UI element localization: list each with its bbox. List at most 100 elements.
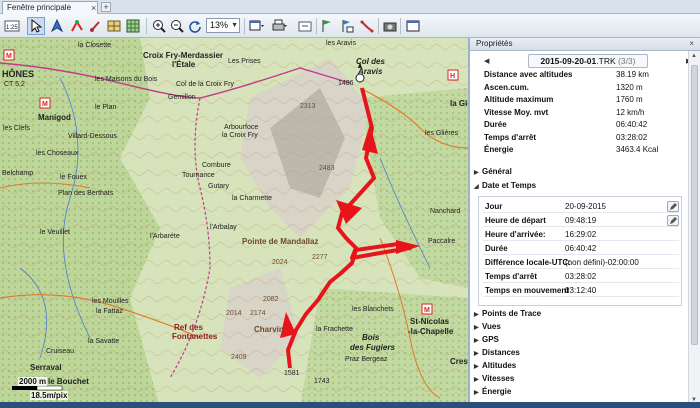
map-place-label: 2409 xyxy=(231,354,247,361)
close-icon[interactable]: × xyxy=(689,38,694,50)
map-place-label: la Charmette xyxy=(232,195,273,202)
map-place-label: l'Arbaréte xyxy=(150,233,180,240)
map-place-label: les Blanchets xyxy=(352,306,394,313)
section-speeds[interactable]: ▶ Vitesses xyxy=(474,373,514,386)
stat-row: Altitude maximum 1760 m xyxy=(476,94,690,107)
zoom-in-icon[interactable] xyxy=(150,17,168,35)
stat-label: Distance avec altitudes xyxy=(484,70,573,79)
map-place-label: Combure xyxy=(202,162,231,169)
stat-value: 12 km/h xyxy=(616,107,645,117)
map-place-label: Paccalre xyxy=(428,238,456,245)
map-place-label: Aravis xyxy=(358,67,383,76)
stat-row: Énergie 3463.4 Kcal xyxy=(476,144,690,157)
properties-panel-header: Propriétés × xyxy=(470,38,700,51)
date-time-table: Jour 20-09-2015 Heure de départ 09:48:19… xyxy=(478,196,682,306)
tab-bar: Fenêtre principale × + xyxy=(0,0,700,14)
add-tab-button[interactable]: + xyxy=(101,2,111,12)
section-gps[interactable]: ▶ GPS xyxy=(474,334,499,347)
print-icon[interactable] xyxy=(270,17,288,35)
date-row-value: 09:48:19 xyxy=(565,216,597,225)
section-distances[interactable]: ▶ Distances xyxy=(474,347,520,360)
stat-value: 1320 m xyxy=(616,82,643,92)
track-file-base: 2015-09-20-01 xyxy=(540,56,597,66)
map-place-label: 2174 xyxy=(250,310,266,317)
scrollbar-thumb[interactable] xyxy=(691,65,698,345)
scroll-up-icon[interactable]: ▲ xyxy=(691,53,697,59)
map-place-label: la Fattaz xyxy=(96,308,123,315)
section-energy[interactable]: ▶ Énergie xyxy=(474,386,511,399)
map-place-label: Belchamp xyxy=(2,170,34,177)
toolbar: 1:25 13% ▼ xyxy=(0,14,700,38)
map-view[interactable]: M M M H HÔNES CT 5,2 Manigod les Clefs Villa… xyxy=(0,38,468,408)
map-place-label: la Croix Fry xyxy=(222,132,258,139)
map-place-label: 1743 xyxy=(314,378,330,385)
select-cursor-icon[interactable] xyxy=(27,17,45,35)
map-place-label: Les Prises xyxy=(228,58,261,65)
map-place-label: Serraval xyxy=(30,363,62,372)
panel-scrollbar[interactable]: ▲ ▼ xyxy=(688,51,700,408)
fullscreen-icon[interactable] xyxy=(404,17,422,35)
zoom-out-icon[interactable] xyxy=(168,17,186,35)
map-place-label: 2483 xyxy=(319,165,335,172)
section-trackpoints[interactable]: ▶ Points de Trace xyxy=(474,308,541,321)
gpx-tool-icon[interactable]: 1:25 xyxy=(3,17,21,35)
map-place-label: les Mouilles xyxy=(92,298,129,305)
collapse-down-icon: ◢ xyxy=(474,184,479,190)
date-row-label: Durée xyxy=(485,244,508,253)
previous-track-icon[interactable]: ◀ xyxy=(484,57,489,65)
svg-text:1:25: 1:25 xyxy=(6,25,18,31)
date-row-label: Temps d'arrêt xyxy=(485,272,537,281)
tab-close-icon[interactable]: × xyxy=(91,4,96,13)
map-place-label: 2313 xyxy=(300,103,316,110)
camera-icon[interactable] xyxy=(381,17,399,35)
map-place-label: les Choseaux xyxy=(36,150,79,157)
map-place-label: Crest xyxy=(450,357,468,366)
section-date-time[interactable]: ◢ Date et Temps xyxy=(474,180,536,193)
properties-panel-title: Propriétés xyxy=(476,39,513,48)
track-file-count: (3/3) xyxy=(618,56,636,66)
section-altitudes[interactable]: ▶ Altitudes xyxy=(474,360,516,373)
layers-icon[interactable] xyxy=(105,17,123,35)
refresh-icon[interactable] xyxy=(186,17,204,35)
toolbar-separator xyxy=(146,18,147,34)
map-place-label: 2024 xyxy=(272,259,288,266)
stat-label: Énergie xyxy=(484,145,514,154)
date-row: Différence locale-UTC: (non défini)-02:0… xyxy=(483,257,679,269)
stat-value: 3463.4 Kcal xyxy=(616,145,659,154)
map-place-label: 2082 xyxy=(263,296,279,303)
import-icon[interactable] xyxy=(296,17,314,35)
map-place-label: le Veuillet xyxy=(40,229,70,236)
map-place-label: CT 5,2 xyxy=(4,81,25,88)
zoom-level-select[interactable]: 13% ▼ xyxy=(206,18,240,33)
section-general[interactable]: ▶ Général xyxy=(474,166,512,179)
stat-label: Altitude maximum xyxy=(484,95,554,104)
route-tool-icon[interactable] xyxy=(87,17,105,35)
grid-icon[interactable] xyxy=(124,17,142,35)
zoom-level-value: 13% xyxy=(210,20,229,30)
map-place-label: 1486 xyxy=(338,80,354,87)
map-place-label: Cruiseau xyxy=(46,348,75,355)
window-layout-icon[interactable] xyxy=(248,17,266,35)
map-scale-resolution: 18.5m/pix xyxy=(30,391,69,400)
map-place-label: Bois xyxy=(362,333,380,342)
track-edit-icon[interactable] xyxy=(358,17,376,35)
edit-pencil-icon[interactable] xyxy=(667,215,679,226)
stat-value: 1760 m xyxy=(616,95,643,104)
waypoint-flag-icon[interactable] xyxy=(318,17,336,35)
stat-label: Durée xyxy=(484,120,507,129)
map-place-label: le Plan xyxy=(95,104,117,111)
expand-right-icon: ▶ xyxy=(474,351,479,357)
draw-track-icon[interactable] xyxy=(68,17,86,35)
stat-row: Ascen.cum. 1320 m xyxy=(476,82,690,95)
section-views[interactable]: ▶ Vues xyxy=(474,321,501,334)
date-row-value: 03:28:02 xyxy=(565,272,597,281)
map-place-label: 1581 xyxy=(284,370,300,377)
edit-pencil-icon[interactable] xyxy=(667,201,679,212)
nav-cursor-icon[interactable] xyxy=(48,17,66,35)
app-window: Fenêtre principale × + 1:25 13% ▼ M M M … xyxy=(0,0,700,408)
map-place-label: Fontanettes xyxy=(172,332,218,341)
tab-main-window[interactable]: Fenêtre principale × xyxy=(2,1,98,14)
map-place-label: Col de la Croix Fry xyxy=(176,81,234,88)
map-place-label: l'Arbalay xyxy=(210,224,237,231)
waypoint-list-icon[interactable] xyxy=(338,17,356,35)
